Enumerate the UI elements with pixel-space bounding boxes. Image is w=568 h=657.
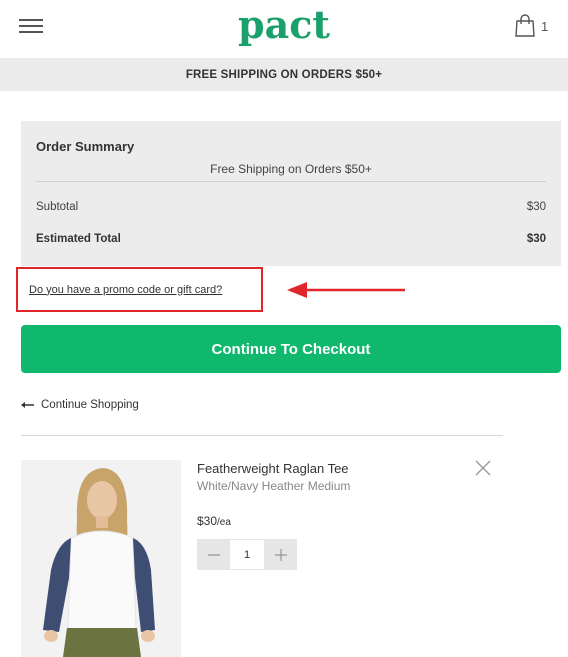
continue-to-checkout-button[interactable]: Continue To Checkout xyxy=(21,325,561,373)
subtotal-value: $30 xyxy=(526,201,546,213)
minus-icon xyxy=(207,553,220,556)
increase-quantity-button[interactable] xyxy=(264,539,297,570)
plus-icon xyxy=(274,548,287,561)
free-shipping-banner: FREE SHIPPING ON ORDERS $50+ xyxy=(0,58,568,91)
estimated-total-label: Estimated Total xyxy=(36,233,121,245)
pact-logo[interactable]: pact xyxy=(0,2,568,47)
continue-shopping-label: Continue Shopping xyxy=(41,399,139,411)
shipping-note: Free Shipping on Orders $50+ xyxy=(210,162,372,176)
subtotal-row: Subtotal $30 xyxy=(36,201,546,213)
banner-text: FREE SHIPPING ON ORDERS $50+ xyxy=(185,68,383,81)
order-summary: Order Summary Free Shipping on Orders $5… xyxy=(21,121,561,266)
cart-button[interactable]: 1 xyxy=(514,14,548,38)
product-price: $30/ea xyxy=(197,514,231,528)
summary-divider xyxy=(36,181,546,182)
cart-count: 1 xyxy=(541,18,549,34)
decrease-quantity-button[interactable] xyxy=(197,539,230,570)
arrow-left-icon xyxy=(21,402,34,408)
shopping-bag-icon xyxy=(515,14,535,37)
product-name[interactable]: Featherweight Raglan Tee xyxy=(197,461,349,476)
order-summary-title: Order Summary xyxy=(36,139,135,154)
red-arrow-icon xyxy=(287,282,405,298)
quantity-stepper: 1 xyxy=(197,539,297,570)
section-divider xyxy=(21,435,503,436)
continue-shopping-link[interactable]: Continue Shopping xyxy=(21,399,139,411)
subtotal-label: Subtotal xyxy=(36,201,79,213)
estimated-total-value: $30 xyxy=(526,233,546,245)
product-variant: White/Navy Heather Medium xyxy=(197,479,351,493)
product-image[interactable] xyxy=(21,460,181,657)
promo-code-link[interactable]: Do you have a promo code or gift card? xyxy=(29,284,222,296)
close-icon[interactable] xyxy=(474,459,492,477)
price-value: $30 xyxy=(197,514,218,528)
promo-highlight-box: Do you have a promo code or gift card? xyxy=(16,267,263,312)
quantity-value[interactable]: 1 xyxy=(230,539,264,570)
site-header: pact 1 xyxy=(0,0,568,58)
estimated-total-row: Estimated Total $30 xyxy=(36,233,546,245)
price-unit: /ea xyxy=(217,517,231,528)
